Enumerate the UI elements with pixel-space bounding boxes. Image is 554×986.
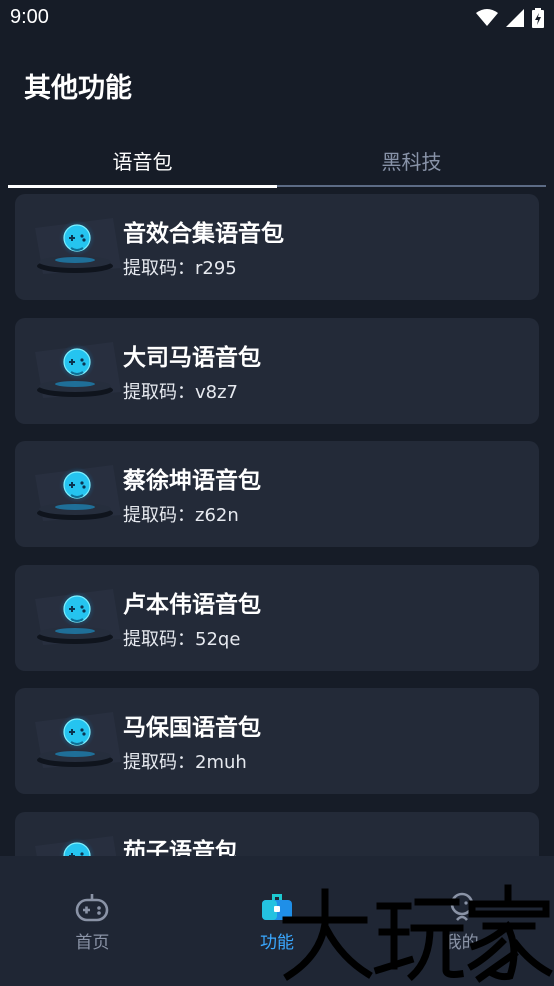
tab-voice-pack[interactable]: 语音包: [8, 132, 277, 188]
item-title: 卢本伟语音包: [123, 591, 261, 618]
nav-features[interactable]: 功能: [185, 856, 370, 986]
list-item[interactable]: 卢本伟语音包 提取码：52qe: [15, 564, 539, 671]
voice-pack-thumbnail-icon: [34, 711, 122, 770]
nav-profile[interactable]: 我的: [369, 856, 554, 986]
nav-label: 功能: [260, 933, 294, 953]
item-code: 提取码：z62n: [123, 505, 239, 527]
list-item[interactable]: 音效合集语音包 提取码：r295: [15, 194, 539, 300]
nav-label: 我的: [444, 933, 479, 953]
item-code: 提取码：r295: [123, 258, 237, 279]
signal-icon: [506, 9, 524, 27]
list-item[interactable]: 蔡徐坤语音包 提取码：z62n: [15, 441, 539, 548]
list-item[interactable]: 大司马语音包 提取码：v8z7: [15, 317, 539, 424]
voice-pack-thumbnail-icon: [34, 464, 122, 523]
battery-icon: [532, 8, 544, 28]
item-title: 蔡徐坤语音包: [123, 468, 261, 495]
status-time: 9:00: [10, 6, 49, 28]
item-code: 提取码：2muh: [123, 752, 247, 774]
tab-bar: 语音包 黑科技: [8, 132, 546, 188]
voice-pack-thumbnail-icon: [34, 340, 122, 399]
nav-home[interactable]: 首页: [0, 856, 185, 986]
tab-divider: [277, 185, 546, 187]
app-screen: 9:00 其他功能 语音包 黑科技 音效合集语音包 提取码：r295 大司马语音…: [0, 0, 554, 986]
bottom-nav: 首页 功能 我的: [0, 856, 554, 986]
wifi-icon: [476, 9, 498, 26]
tab-black-tech[interactable]: 黑科技: [277, 132, 546, 188]
list-item[interactable]: 马保国语音包 提取码：2muh: [15, 688, 539, 795]
voice-pack-list: 音效合集语音包 提取码：r295 大司马语音包 提取码：v8z7 蔡徐坤语音包 …: [15, 194, 539, 936]
item-title: 音效合集语音包: [123, 221, 284, 247]
item-title: 大司马语音包: [123, 344, 261, 371]
status-bar: 9:00: [0, 0, 554, 38]
voice-pack-thumbnail-icon: [34, 587, 122, 646]
tab-label: 语音包: [112, 149, 173, 174]
gamepad-icon: [76, 894, 109, 922]
page-title: 其他功能: [24, 73, 132, 104]
item-title: 马保国语音包: [123, 715, 261, 742]
voice-pack-thumbnail-icon: [34, 217, 122, 275]
person-chat-icon: [450, 892, 473, 921]
toolbox-icon: [262, 894, 292, 920]
status-icons: [476, 8, 544, 28]
tab-indicator: [8, 185, 277, 188]
item-code: 提取码：52qe: [123, 628, 241, 650]
tab-label: 黑科技: [381, 149, 442, 174]
nav-label: 首页: [75, 933, 110, 953]
item-code: 提取码：v8z7: [123, 381, 239, 403]
